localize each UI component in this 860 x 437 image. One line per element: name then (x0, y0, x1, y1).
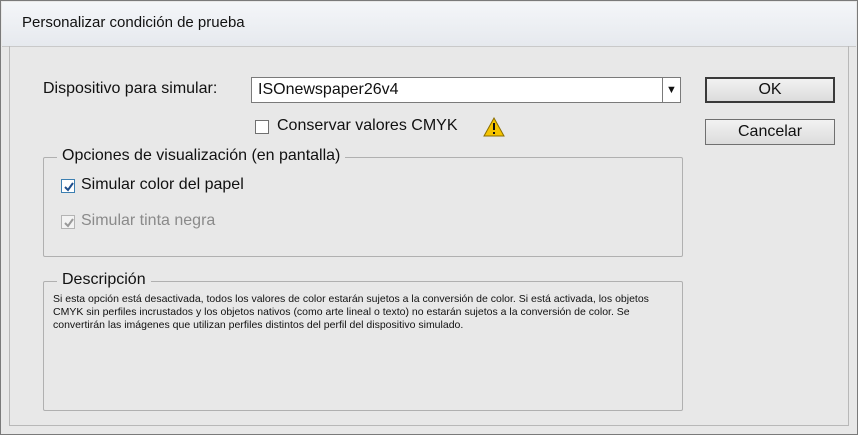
dialog-title: Personalizar condición de prueba (22, 14, 245, 31)
checkmark-icon (64, 218, 74, 228)
ok-button[interactable]: OK (705, 77, 835, 103)
dialog-window: Personalizar condición de prueba Disposi… (0, 0, 858, 435)
warning-icon (483, 117, 505, 137)
cancel-button[interactable]: Cancelar (705, 119, 835, 145)
chevron-down-icon[interactable]: ▼ (662, 78, 680, 102)
device-label: Dispositivo para simular: (43, 80, 218, 97)
simulate-paper-color-checkbox[interactable] (61, 179, 75, 193)
preserve-cmyk-label[interactable]: Conservar valores CMYK (277, 117, 458, 135)
preserve-cmyk-checkbox[interactable] (255, 120, 269, 134)
description-legend: Descripción (57, 271, 151, 289)
display-options-legend: Opciones de visualización (en pantalla) (57, 147, 346, 165)
device-select[interactable]: ISOnewspaper26v4 ▼ (251, 77, 681, 103)
description-text: Si esta opción está desactivada, todos l… (53, 293, 649, 331)
title-bar[interactable]: Personalizar condición de prueba (2, 2, 856, 47)
simulate-black-ink-label: Simular tinta negra (81, 212, 216, 229)
checkmark-icon (64, 182, 74, 192)
simulate-black-ink-checkbox (61, 215, 75, 229)
simulate-paper-color-label[interactable]: Simular color del papel (81, 176, 244, 194)
display-options-group (43, 157, 683, 257)
device-select-value: ISOnewspaper26v4 (258, 81, 399, 98)
